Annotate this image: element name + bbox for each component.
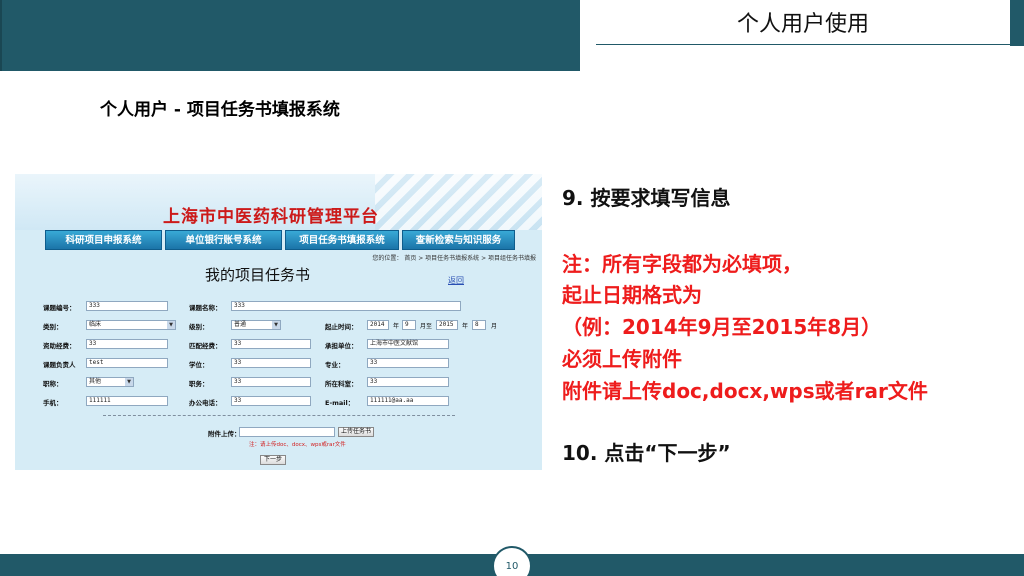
level-label: 级别： [189, 323, 209, 331]
slide-subtitle: 个人用户 - 项目任务书填报系统 [100, 100, 340, 120]
fund-label: 资助经费： [43, 342, 76, 350]
org-label: 承担单位： [325, 342, 358, 350]
type-select[interactable]: 临床 ▼ [86, 320, 176, 330]
embedded-screenshot: 上海市中医药科研管理平台 科研项目申报系统 单位银行账号系统 项目任务书填报系统… [15, 174, 542, 470]
title-underline [596, 44, 1010, 45]
form-title: 我的项目任务书 [205, 266, 311, 284]
site-title: 上海市中医药科研管理平台 [163, 207, 379, 227]
office-input[interactable]: 33 [231, 396, 311, 406]
degree-label: 学位： [189, 361, 209, 369]
code-input[interactable]: 333 [86, 301, 168, 311]
email-label: E-mail： [325, 399, 355, 407]
degree-input[interactable]: 33 [231, 358, 311, 368]
note-attach-required: 必须上传附件 [562, 347, 682, 371]
step-9-text: 9. 按要求填写信息 [562, 186, 731, 210]
major-label: 专业： [325, 361, 345, 369]
email-input[interactable]: 111111@aa.aa [367, 396, 449, 406]
breadcrumb: 您的位置： 首页 > 项目任务书填报系统 > 项目组任务书填报 [372, 255, 536, 262]
leader-label: 课题负责人 [43, 361, 76, 369]
next-button[interactable]: 下一步 [260, 455, 286, 465]
note-attach-types: 附件请上传doc,docx,wps或者rar文件 [562, 379, 928, 403]
code-label: 课题编号： [43, 304, 76, 312]
name-input[interactable]: 333 [231, 301, 461, 311]
major-input[interactable]: 33 [367, 358, 449, 368]
note-date-format: 起止日期格式为 [562, 283, 702, 307]
form-divider [103, 415, 455, 416]
start-month-input[interactable]: 9 [402, 320, 416, 330]
phone-input[interactable]: 111111 [86, 396, 168, 406]
post-label: 职务： [189, 380, 209, 388]
end-month-input[interactable]: 8 [472, 320, 486, 330]
type-select-value: 临床 [89, 321, 102, 328]
step-10-text: 10. 点击“下一步” [562, 441, 731, 465]
upload-note: 注：请上传doc、docx、wps或rar文件 [249, 442, 346, 448]
post-input[interactable]: 33 [231, 377, 311, 387]
title-select[interactable]: 其他 ▼ [86, 377, 134, 387]
header-decoration [375, 174, 542, 230]
level-select[interactable]: 普通 ▼ [231, 320, 281, 330]
type-label: 类别： [43, 323, 63, 331]
end-month-unit: 月 [491, 323, 498, 330]
phone-label: 手机： [43, 399, 63, 407]
upload-file-input[interactable] [239, 427, 335, 437]
period-label: 起止时间： [325, 323, 358, 331]
match-label: 匹配经费： [189, 342, 222, 350]
level-select-value: 普通 [234, 321, 247, 328]
name-label: 课题名称： [189, 304, 222, 312]
nav-item-search-service[interactable]: 查新检索与知识服务 [402, 230, 515, 250]
start-month-unit: 月至 [420, 323, 433, 330]
nav-item-task-book[interactable]: 项目任务书填报系统 [285, 230, 399, 250]
dept-label: 所在科室： [325, 380, 358, 388]
page-number: 10 [492, 546, 532, 576]
office-label: 办公电话： [189, 399, 222, 407]
title-label: 职称： [43, 380, 63, 388]
start-year-unit: 年 [393, 323, 400, 330]
upload-button[interactable]: 上传任务书 [338, 427, 374, 437]
chevron-down-icon: ▼ [125, 378, 133, 386]
start-year-input[interactable]: 2014 [367, 320, 389, 330]
dept-input[interactable]: 33 [367, 377, 449, 387]
chevron-down-icon: ▼ [167, 321, 175, 329]
chevron-down-icon: ▼ [272, 321, 280, 329]
back-link[interactable]: 返回 [448, 275, 464, 286]
nav-item-research-apply[interactable]: 科研项目申报系统 [45, 230, 162, 250]
org-input[interactable]: 上海市中医文献馆 [367, 339, 449, 349]
end-year-input[interactable]: 2015 [436, 320, 458, 330]
upload-label: 附件上传： [208, 430, 241, 438]
end-year-unit: 年 [462, 323, 469, 330]
site-nav: 科研项目申报系统 单位银行账号系统 项目任务书填报系统 查新检索与知识服务 [45, 230, 515, 250]
note-required: 注：所有字段都为必填项， [562, 252, 802, 276]
top-band-left-block [0, 0, 580, 71]
title-select-value: 其他 [89, 378, 102, 385]
note-date-example: （例：2014年9月至2015年8月） [562, 315, 882, 339]
nav-item-bank-account[interactable]: 单位银行账号系统 [165, 230, 282, 250]
match-input[interactable]: 33 [231, 339, 311, 349]
fund-input[interactable]: 33 [86, 339, 168, 349]
slide-title: 个人用户使用 [736, 12, 869, 37]
leader-input[interactable]: test [86, 358, 168, 368]
